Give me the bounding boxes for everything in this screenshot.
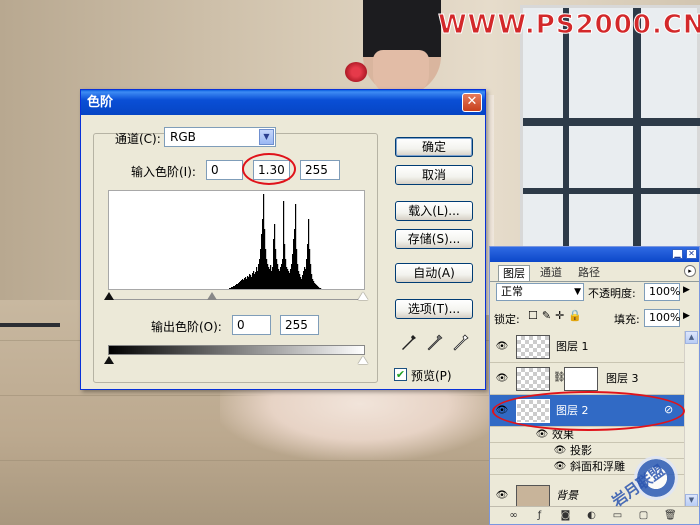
output-gradient xyxy=(108,345,365,355)
layers-scrollbar[interactable]: ▲ ▼ xyxy=(684,331,698,507)
input-levels-label: 输入色阶(I): xyxy=(131,165,196,179)
fill-field[interactable]: 100% xyxy=(644,309,680,327)
output-black-field[interactable]: 0 xyxy=(232,315,271,335)
cancel-button[interactable]: 取消 xyxy=(395,165,473,185)
panel-footer: ∞ ƒ ◙ ◐ ▭ ▢ 🗑 xyxy=(490,506,699,524)
tab-layers[interactable]: 图层 xyxy=(498,265,530,281)
preview-checkbox[interactable]: ✔ xyxy=(394,368,407,381)
highlight-ellipse xyxy=(492,391,685,431)
load-button[interactable]: 载入(L)... xyxy=(395,201,473,221)
ok-button[interactable]: 确定 xyxy=(395,137,473,157)
panel-titlebar[interactable]: ▁ ✕ xyxy=(490,247,699,262)
input-gamma-slider[interactable] xyxy=(207,292,217,300)
new-layer-icon[interactable]: ▢ xyxy=(638,510,649,521)
link-layers-icon[interactable]: ∞ xyxy=(508,510,519,521)
layer-row[interactable]: 👁 图层 1 xyxy=(490,331,685,363)
highlight-circle xyxy=(242,153,296,185)
output-white-slider[interactable] xyxy=(358,356,368,364)
layer-name: 背景 xyxy=(556,489,578,502)
trash-icon[interactable]: 🗑 xyxy=(664,510,677,521)
output-black-slider[interactable] xyxy=(104,356,114,364)
tab-channels[interactable]: 通道 xyxy=(536,265,566,281)
hair-rose xyxy=(345,62,367,82)
fx-icon[interactable]: ƒ xyxy=(534,510,545,521)
input-black-field[interactable]: 0 xyxy=(206,160,243,180)
panel-menu-icon[interactable]: ▸ xyxy=(684,265,696,277)
close-icon[interactable]: ✕ xyxy=(686,249,697,259)
dialog-title: 色阶 xyxy=(87,95,114,110)
white-eyedropper-icon[interactable] xyxy=(453,334,469,352)
channel-select[interactable]: RGB ▼ xyxy=(164,127,276,147)
layer-thumbnail xyxy=(516,367,550,391)
effect-name: 投影 xyxy=(570,444,592,457)
eye-icon[interactable]: 👁 xyxy=(494,342,510,352)
output-levels-label: 输出色阶(O): xyxy=(151,320,222,334)
layer-mask-thumbnail[interactable] xyxy=(564,367,598,391)
preview-label: 预览(P) xyxy=(411,369,452,383)
watermark: WWW.PS2000.CN xyxy=(438,10,700,41)
blend-mode-select[interactable]: 正常 ▼ xyxy=(496,283,584,301)
channel-label: 通道(C): xyxy=(115,132,161,146)
black-eyedropper-icon[interactable] xyxy=(401,334,417,352)
fill-label: 填充: xyxy=(614,313,640,326)
panel-tabs: 图层 通道 路径 xyxy=(490,263,699,282)
layer-name: 图层 1 xyxy=(556,340,589,353)
eye-icon[interactable]: 👁 xyxy=(552,446,568,456)
opacity-label: 不透明度: xyxy=(588,287,636,300)
scroll-up-icon[interactable]: ▲ xyxy=(685,331,698,344)
tab-paths[interactable]: 路径 xyxy=(574,265,604,281)
input-slider-track xyxy=(108,299,365,300)
lock-label: 锁定: xyxy=(494,313,520,326)
close-button[interactable]: ✕ xyxy=(462,93,482,112)
eye-icon[interactable]: 👁 xyxy=(494,374,510,384)
levels-dialog: 色阶 ✕ 通道(C): RGB ▼ 输入色阶(I): 0 1.30 255 输出… xyxy=(80,89,486,390)
dialog-titlebar[interactable]: 色阶 ✕ xyxy=(81,90,485,115)
fill-arrow-icon[interactable]: ▶ xyxy=(683,311,690,321)
input-white-field[interactable]: 255 xyxy=(300,160,340,180)
input-black-slider[interactable] xyxy=(104,292,114,300)
adjustment-layer-icon[interactable]: ◐ xyxy=(586,510,597,521)
layer-thumbnail xyxy=(516,485,550,507)
eye-icon[interactable]: 👁 xyxy=(552,462,568,472)
room-window xyxy=(520,5,700,268)
input-white-slider[interactable] xyxy=(358,292,368,300)
new-group-icon[interactable]: ▭ xyxy=(612,510,623,521)
options-button[interactable]: 选项(T)... xyxy=(395,299,473,319)
add-mask-icon[interactable]: ◙ xyxy=(560,510,571,521)
opacity-field[interactable]: 100% xyxy=(644,283,680,301)
lock-icons[interactable]: ☐✎✛🔒 xyxy=(528,309,586,322)
blend-mode-value: 正常 xyxy=(501,285,523,298)
eye-icon[interactable]: 👁 xyxy=(494,491,510,501)
layer-thumbnail xyxy=(516,335,550,359)
white-skirt xyxy=(220,380,500,460)
minimize-icon[interactable]: ▁ xyxy=(672,249,683,259)
save-button[interactable]: 存储(S)... xyxy=(395,229,473,249)
histogram-bar xyxy=(320,288,322,289)
close-icon: ✕ xyxy=(466,94,478,109)
gray-eyedropper-icon[interactable] xyxy=(427,334,443,352)
eye-icon[interactable]: 👁 xyxy=(534,430,550,440)
channel-value: RGB xyxy=(170,130,196,144)
opacity-arrow-icon[interactable]: ▶ xyxy=(683,285,690,295)
effect-name: 斜面和浮雕 xyxy=(570,460,625,473)
auto-button[interactable]: 自动(A) xyxy=(395,263,473,283)
layer-name: 图层 3 xyxy=(606,372,639,385)
output-white-field[interactable]: 255 xyxy=(280,315,319,335)
chevron-down-icon[interactable]: ▼ xyxy=(574,284,581,300)
chevron-down-icon[interactable]: ▼ xyxy=(259,129,274,145)
baseboard xyxy=(0,323,60,327)
histogram xyxy=(108,190,365,290)
